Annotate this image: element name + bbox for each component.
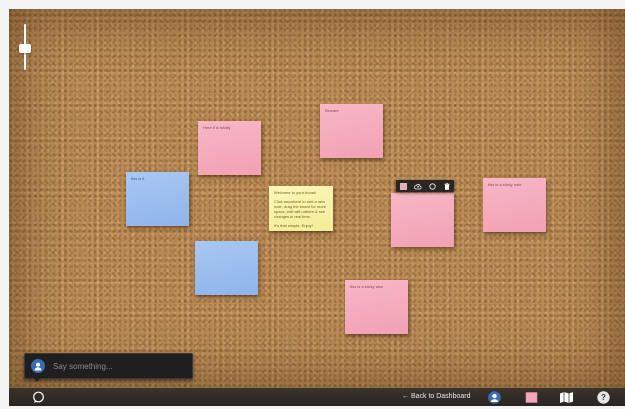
circle-icon[interactable]	[428, 182, 437, 191]
sticky-note[interactable]: Beware	[320, 104, 383, 158]
welcome-footer: It's that simple. Enjoy!	[274, 223, 313, 228]
back-to-dashboard-link[interactable]: ← Back to Dashboard	[402, 393, 470, 400]
note-text: Here it is totally	[203, 125, 231, 130]
user-avatar	[31, 359, 45, 373]
sticky-note[interactable]: this is it	[126, 172, 189, 226]
sticky-note[interactable]: this is a sticky also	[345, 280, 408, 334]
note-text: this is a sticky note	[488, 182, 522, 187]
zoom-slider[interactable]	[19, 24, 31, 70]
map-icon[interactable]	[559, 391, 573, 404]
chat-box	[24, 353, 193, 379]
sticky-note[interactable]: this is a sticky note	[483, 178, 546, 232]
note-toolbar	[396, 180, 454, 192]
chat-tail	[33, 377, 41, 382]
sticky-note-selected[interactable]	[391, 193, 454, 247]
color-swatch-icon[interactable]	[399, 182, 408, 191]
help-label: ?	[601, 393, 606, 402]
user-profile-icon[interactable]	[488, 391, 501, 404]
zoom-handle[interactable]	[19, 44, 31, 53]
chat-input[interactable]	[51, 360, 190, 372]
note-text: Beware	[325, 108, 339, 113]
sticky-note[interactable]	[195, 241, 258, 295]
cloud-upload-icon[interactable]	[413, 182, 422, 191]
sticky-note[interactable]: Here it is totally	[198, 121, 261, 175]
trash-icon[interactable]	[442, 182, 451, 191]
welcome-note[interactable]: Welcome to your board! Click anywhere to…	[269, 186, 333, 231]
note-text: this is it	[131, 176, 145, 181]
new-note-icon[interactable]	[525, 391, 538, 404]
chat-bubble-icon[interactable]	[32, 391, 45, 404]
help-icon[interactable]: ?	[597, 391, 610, 404]
welcome-body: Click anywhere to add a new note, drag t…	[274, 199, 327, 219]
welcome-title: Welcome to your board!	[274, 190, 317, 195]
note-text: this is a sticky also	[350, 284, 384, 289]
